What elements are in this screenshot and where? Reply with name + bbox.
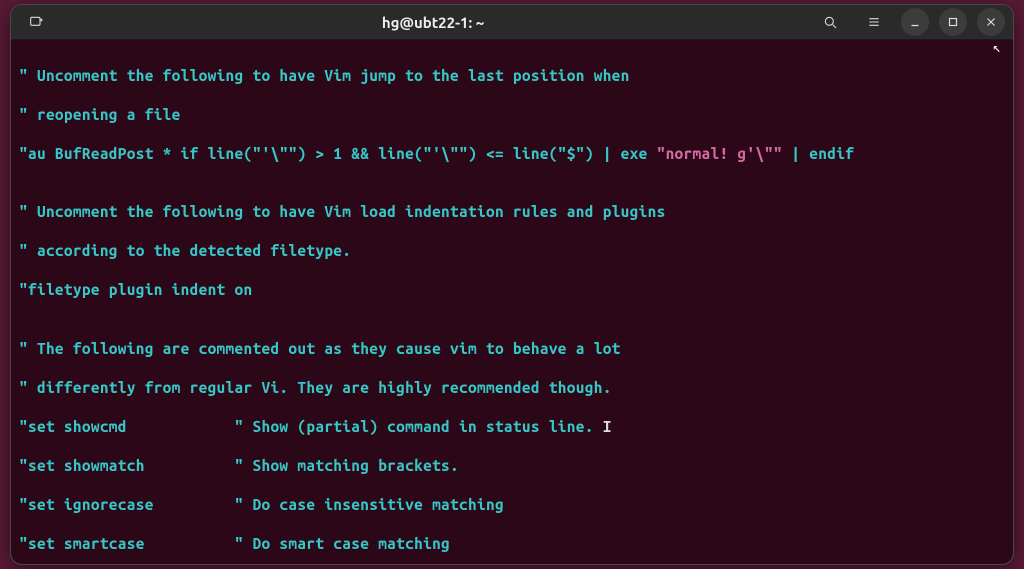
editor-line: "set showmatch " Show matching brackets. <box>19 456 1005 476</box>
editor-line: " according to the detected filetype. <box>19 241 1005 261</box>
terminal-window: hg@ubt22-1: ~ ↖ " Uncomment the followin… <box>10 4 1014 565</box>
search-button[interactable] <box>813 5 847 39</box>
terminal-content[interactable]: " Uncomment the following to have Vim ju… <box>11 40 1013 565</box>
titlebar: hg@ubt22-1: ~ ↖ <box>11 5 1013 40</box>
editor-line: "au BufReadPost * if line("'\"") > 1 && … <box>19 144 1005 164</box>
editor-line: "set showcmd " Show (partial) command in… <box>19 417 1005 437</box>
maximize-icon <box>946 15 960 29</box>
menu-button[interactable] <box>857 5 891 39</box>
new-tab-button[interactable] <box>19 5 53 39</box>
editor-line: "filetype plugin indent on <box>19 280 1005 300</box>
minimize-icon <box>908 15 922 29</box>
editor-line: "set ignorecase " Do case insensitive ma… <box>19 495 1005 515</box>
editor-line: " differently from regular Vi. They are … <box>19 378 1005 398</box>
editor-line: "set smartcase " Do smart case matching <box>19 534 1005 554</box>
maximize-button[interactable] <box>939 8 967 36</box>
minimize-button[interactable] <box>901 8 929 36</box>
editor-line: " Uncomment the following to have Vim ju… <box>19 66 1005 86</box>
new-tab-icon <box>28 14 44 30</box>
close-icon <box>984 15 998 29</box>
search-icon <box>822 14 838 30</box>
editor-line: " reopening a file <box>19 105 1005 125</box>
hamburger-icon <box>866 14 882 30</box>
window-title: hg@ubt22-1: ~ <box>53 14 813 31</box>
editor-line: " The following are commented out as the… <box>19 339 1005 359</box>
text-cursor-icon: I <box>603 418 612 435</box>
editor-line: " Uncomment the following to have Vim lo… <box>19 202 1005 222</box>
close-button[interactable] <box>977 8 1005 36</box>
